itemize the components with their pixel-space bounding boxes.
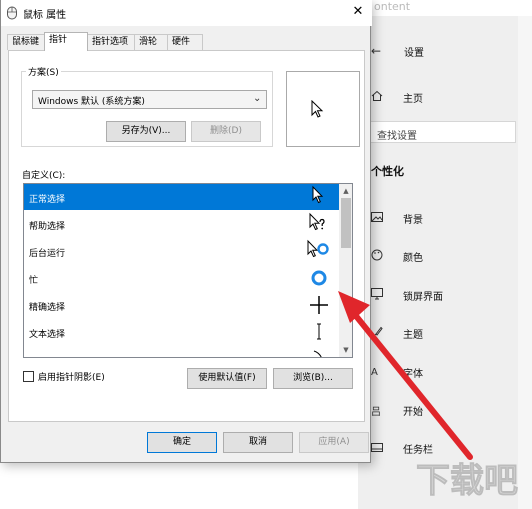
cursor-role-label: 后台运行 <box>29 249 66 259</box>
cursor-role-label: 忙 <box>29 276 39 286</box>
arrow-cursor-icon <box>312 185 324 204</box>
list-item[interactable]: 精确选择 <box>24 292 339 318</box>
list-item[interactable]: 文本选择 <box>24 319 339 345</box>
scheme-dropdown[interactable]: Windows 默认 (系统方案) ⌄ <box>32 90 267 109</box>
chevron-down-icon: ⌄ <box>253 93 262 104</box>
use-default-button[interactable]: 使用默认值(F) <box>187 368 267 389</box>
mouse-icon <box>7 6 17 20</box>
cursor-role-label: 文本选择 <box>29 330 66 340</box>
customize-label: 自定义(C): <box>22 171 66 181</box>
list-item[interactable]: 后台运行 <box>24 238 339 264</box>
help-cursor-icon <box>309 212 325 231</box>
ok-button[interactable]: 确定 <box>147 432 217 453</box>
scroll-up-icon[interactable]: ▲ <box>339 184 352 198</box>
settings-item-label: 背景 <box>403 215 423 226</box>
mouse-properties-dialog: 鼠标 属性 ✕ 鼠标键 指针 指针选项 滑轮 硬件 方案(S) Windows … <box>0 0 372 463</box>
working-in-background-cursor-icon <box>307 239 329 258</box>
settings-search-placeholder: 查找设置 <box>377 131 417 142</box>
checkbox-box[interactable] <box>23 371 34 382</box>
list-item[interactable]: 忙 <box>24 265 339 291</box>
watermark-logo: 下载吧 <box>416 461 519 502</box>
list-item[interactable]: 正常选择 <box>24 184 339 210</box>
watermark-text: 下载吧 <box>416 461 518 501</box>
crosshair-cursor-icon <box>310 296 328 314</box>
settings-home[interactable]: 主页 <box>371 90 423 105</box>
save-as-button[interactable]: 另存为(V)... <box>106 121 186 142</box>
dialog-title: 鼠标 属性 <box>23 10 67 21</box>
settings-item-label: 颜色 <box>403 253 423 264</box>
picture-icon <box>371 212 393 225</box>
close-button[interactable]: ✕ <box>347 2 369 22</box>
settings-content-edge <box>518 16 532 509</box>
settings-item-background[interactable]: 背景 <box>371 211 423 226</box>
tab-buttons[interactable]: 鼠标键 <box>7 34 45 50</box>
scheme-dropdown-value: Windows 默认 (系统方案) <box>38 97 145 107</box>
scrollbar-thumb[interactable] <box>341 198 351 248</box>
enable-shadow-checkbox[interactable]: 启用指针阴影(E) <box>23 370 105 383</box>
tab-wheel[interactable]: 滑轮 <box>134 34 168 50</box>
cursor-role-label: 精确选择 <box>29 303 66 313</box>
arrow-cursor-icon <box>311 100 324 118</box>
home-icon <box>371 90 393 105</box>
settings-search-input[interactable]: 查找设置 <box>370 121 516 143</box>
tab-hardware[interactable]: 硬件 <box>167 34 203 50</box>
tab-pointers[interactable]: 指针 <box>44 32 88 51</box>
cursor-role-label: 帮助选择 <box>29 222 66 232</box>
annotation-arrow <box>338 291 473 460</box>
enable-shadow-label: 启用指针阴影(E) <box>38 373 105 383</box>
cursor-preview <box>286 71 360 147</box>
settings-item-colors[interactable]: 颜色 <box>371 249 423 264</box>
title-bar[interactable]: 鼠标 属性 ✕ <box>1 0 372 26</box>
handwriting-cursor-icon <box>313 350 322 357</box>
tab-pointer-options[interactable]: 指针选项 <box>87 34 135 50</box>
settings-title: 设置 <box>404 48 424 59</box>
back-arrow-icon[interactable]: ← <box>371 44 381 58</box>
palette-icon <box>371 249 393 264</box>
scheme-label: 方案(S) <box>26 65 61 78</box>
list-item[interactable] <box>24 346 339 357</box>
background-window-title: ontent <box>374 0 411 13</box>
delete-button: 删除(D) <box>191 121 261 142</box>
cursor-role-label: 正常选择 <box>29 195 66 205</box>
cursor-listbox[interactable]: 正常选择 帮助选择 后台运行 忙 精确选择 文本选择 ▲ ▼ <box>23 183 353 358</box>
settings-section-title: 个性化 <box>371 165 404 178</box>
settings-home-label: 主页 <box>403 94 423 105</box>
busy-cursor-icon <box>311 270 327 286</box>
pointers-tab-page: 方案(S) Windows 默认 (系统方案) ⌄ 另存为(V)... 删除(D… <box>8 50 365 422</box>
cancel-button[interactable]: 取消 <box>223 432 293 453</box>
list-item[interactable]: 帮助选择 <box>24 211 339 237</box>
text-select-cursor-icon <box>317 323 321 340</box>
